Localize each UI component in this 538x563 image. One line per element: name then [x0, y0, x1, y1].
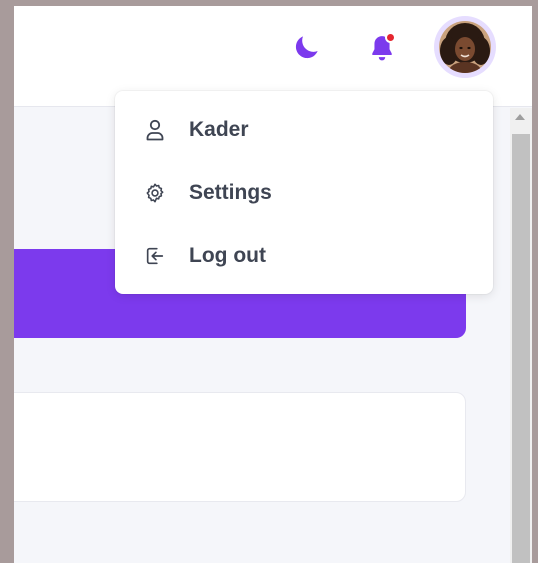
content-card	[14, 392, 466, 502]
menu-item-settings[interactable]: Settings	[115, 171, 493, 215]
user-avatar-button[interactable]	[434, 16, 496, 78]
notification-badge	[385, 32, 396, 43]
gear-icon	[144, 182, 166, 204]
user-icon	[144, 119, 166, 141]
scrollbar-thumb[interactable]	[512, 134, 530, 563]
menu-item-label: Settings	[189, 181, 272, 204]
menu-item-profile[interactable]: Kader	[115, 108, 493, 152]
theme-toggle-button[interactable]	[290, 30, 324, 64]
user-dropdown-menu: Kader Settings Log out	[115, 91, 493, 294]
menu-item-label: Kader	[189, 118, 249, 141]
scroll-up-arrow-icon[interactable]	[515, 114, 525, 120]
moon-icon	[295, 36, 318, 59]
logout-icon	[144, 245, 166, 267]
vertical-scrollbar[interactable]	[510, 108, 532, 563]
user-avatar	[439, 21, 491, 73]
menu-item-label: Log out	[189, 244, 266, 267]
app-viewport: Kader Settings Log out	[14, 6, 532, 563]
notifications-button[interactable]	[364, 30, 400, 66]
menu-item-logout[interactable]: Log out	[115, 234, 493, 278]
